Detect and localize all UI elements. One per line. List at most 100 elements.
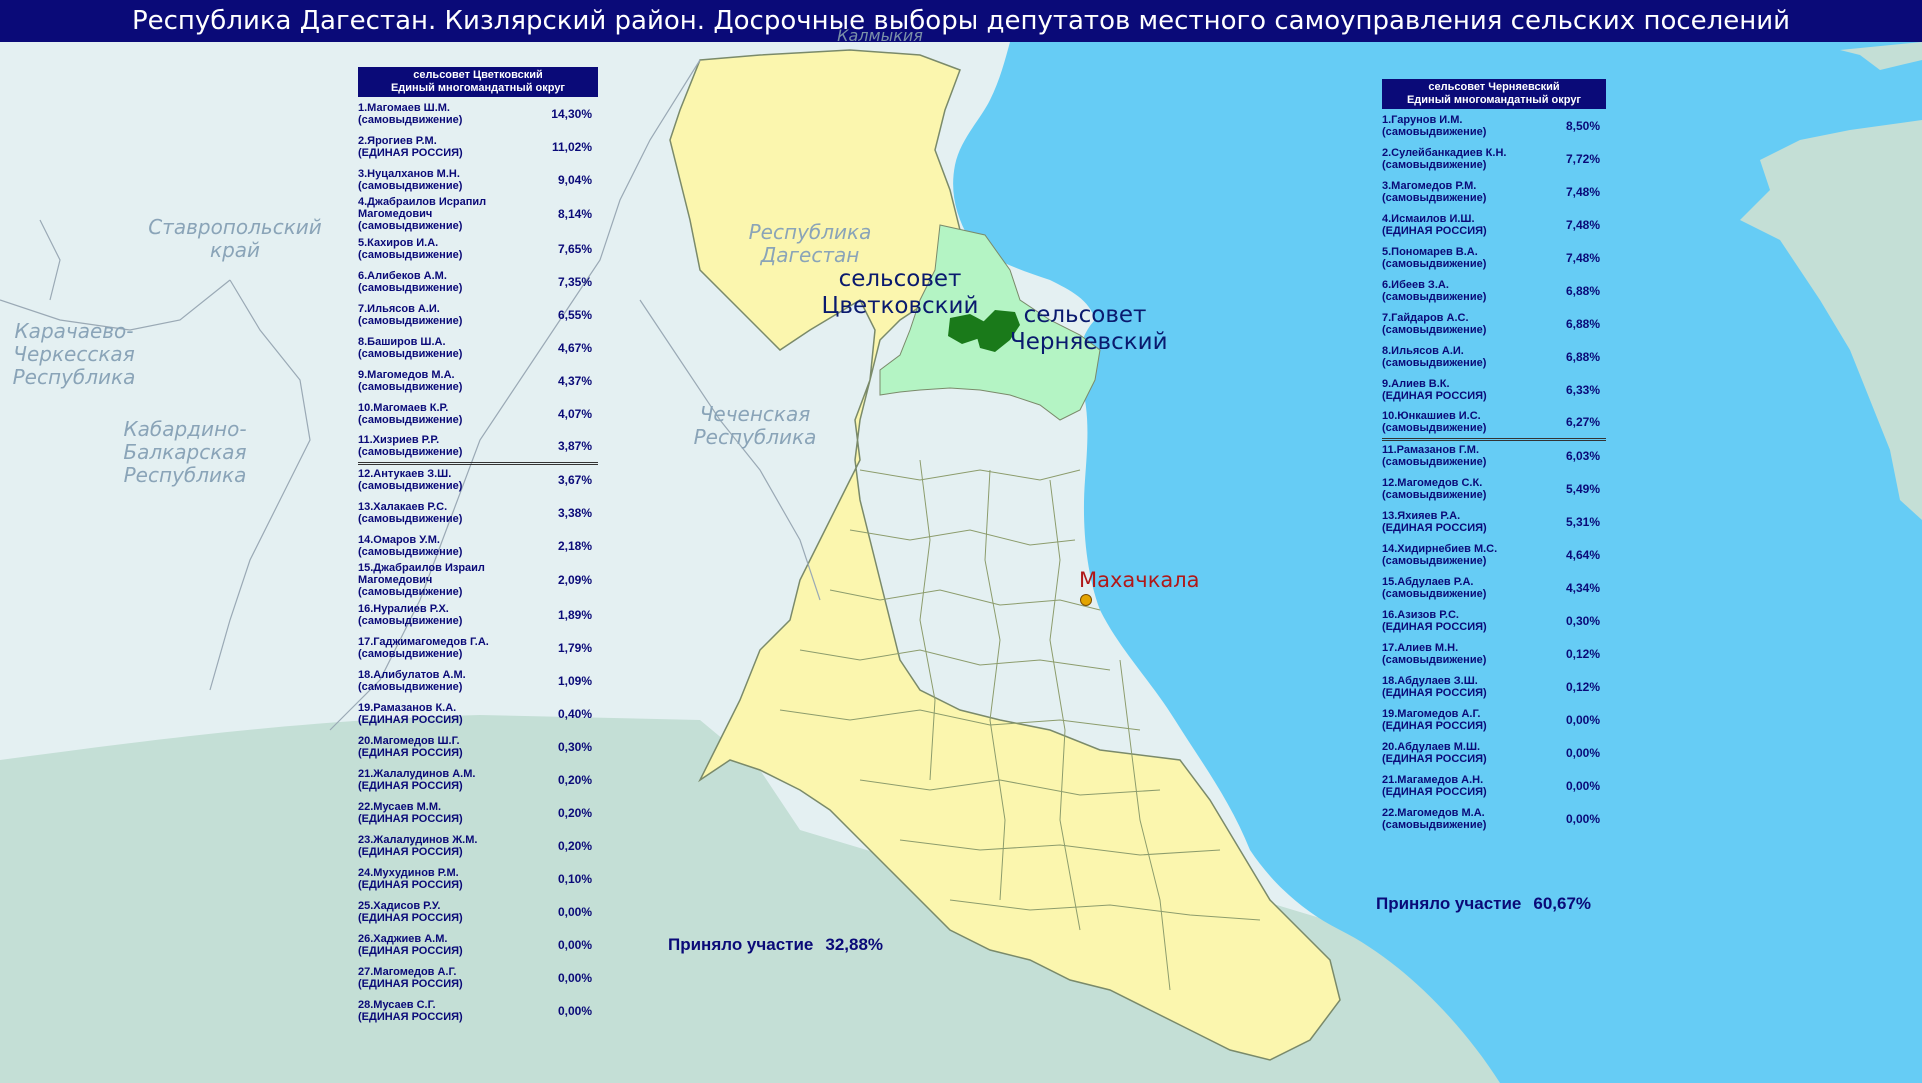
candidate-cell: 19.Рамазанов К.А. (ЕДИНАЯ РОССИЯ) [358, 697, 551, 730]
table-row: 5.Кахиров И.А. (самовыдвижение) 7,65% [358, 232, 598, 265]
turnout-value: 32,88% [825, 935, 884, 954]
candidate-percent: 4,64% [1565, 547, 1600, 562]
candidate-party: (ЕДИНАЯ РОССИЯ) [1382, 719, 1487, 732]
candidate-cell: 6.Алибеков А.М. (самовыдвижение) [358, 265, 551, 298]
candidate-name: 6.Ибеев З.А. [1382, 278, 1449, 291]
candidate-cell: 20.Абдулаев М.Ш. (ЕДИНАЯ РОССИЯ) [1382, 736, 1551, 769]
candidate-party: (самовыдвижение) [1382, 421, 1487, 434]
table-row: 12.Магомедов С.К. (самовыдвижение) 5,49% [1382, 472, 1606, 505]
candidate-cell: 21.Магамедов А.Н. (ЕДИНАЯ РОССИЯ) [1382, 769, 1551, 802]
candidate-party: (ЕДИНАЯ РОССИЯ) [1382, 752, 1487, 765]
candidate-party: (ЕДИНАЯ РОССИЯ) [1382, 620, 1487, 633]
candidate-cell: 17.Алиев М.Н. (самовыдвижение) [1382, 637, 1551, 670]
candidate-name: 28.Мусаев С.Г. [358, 998, 436, 1011]
candidate-name: 23.Жалалудинов Ж.М. [358, 833, 478, 846]
turnout-label: Приняло участие [668, 935, 814, 954]
table-row: 10.Юнкашиев И.С. (самовыдвижение) 6,27% [1382, 406, 1606, 439]
candidate-name: 5.Кахиров И.А. [358, 236, 439, 249]
candidate-party: (ЕДИНАЯ РОССИЯ) [358, 977, 463, 990]
candidate-percent: 8,14% [557, 207, 592, 221]
label-kalmykia: Калмыкия [837, 26, 923, 45]
candidate-name: 27.Магомедов А.Г. [358, 965, 457, 978]
candidate-party: (самовыдвижение) [1382, 323, 1487, 336]
candidate-name: 4.Исмаилов И.Ш. [1382, 212, 1475, 225]
candidate-name: 14.Омаров У.М. [358, 533, 440, 546]
candidate-party: (самовыдвижение) [1382, 125, 1487, 138]
candidate-percent: 0,00% [557, 1003, 592, 1018]
candidate-name: 22.Мусаев М.М. [358, 800, 442, 813]
table-row: 6.Алибеков А.М. (самовыдвижение) 7,35% [358, 265, 598, 298]
candidate-cell: 8.Ильясов А.И. (самовыдвижение) [1382, 340, 1551, 373]
candidate-party: (ЕДИНАЯ РОССИЯ) [1382, 389, 1487, 402]
turnout-chernyaevsky: Приняло участие 60,67% [1376, 894, 1591, 914]
candidate-cell: 14.Хидирнебиев М.С. (самовыдвижение) [1382, 538, 1551, 571]
table-row: 25.Хадисов Р.У. (ЕДИНАЯ РОССИЯ) 0,00% [358, 895, 598, 928]
table-row: 15.Абдулаев Р.А. (самовыдвижение) 4,34% [1382, 571, 1606, 604]
candidate-cell: 12.Магомедов С.К. (самовыдвижение) [1382, 472, 1551, 505]
table-row: 22.Магомедов М.А. (самовыдвижение) 0,00% [1382, 802, 1606, 835]
candidate-party: (самовыдвижение) [358, 281, 463, 294]
candidate-cell: 20.Магомедов Ш.Г. (ЕДИНАЯ РОССИЯ) [358, 730, 551, 763]
table-row: 19.Магомедов А.Г. (ЕДИНАЯ РОССИЯ) 0,00% [1382, 703, 1606, 736]
results-header-title: сельсовет Цветковский [413, 69, 543, 81]
label-stavropol: Ставропольский край [148, 215, 322, 262]
candidate-name: 10.Магомаев К.Р. [358, 401, 449, 414]
candidate-percent: 6,88% [1565, 283, 1600, 298]
table-row: 11.Хизриев Р.Р. (самовыдвижение) 3,87% [358, 430, 598, 463]
candidate-percent: 9,04% [557, 172, 592, 187]
table-row: 14.Омаров У.М. (самовыдвижение) 2,18% [358, 529, 598, 562]
candidate-cell: 6.Ибеев З.А. (самовыдвижение) [1382, 274, 1551, 307]
candidate-party: (самовыдвижение) [1382, 257, 1487, 270]
table-row: 26.Хаджиев А.М. (ЕДИНАЯ РОССИЯ) 0,00% [358, 928, 598, 961]
turnout-label: Приняло участие [1376, 894, 1522, 913]
table-row: 16.Нуралиев Р.Х. (самовыдвижение) 1,89% [358, 598, 598, 631]
candidate-percent: 4,67% [557, 340, 592, 355]
candidate-name: 18.Абдулаев З.Ш. [1382, 674, 1478, 687]
table-row: 1.Гарунов И.М. (самовыдвижение) 8,50% [1382, 109, 1606, 142]
label-chechnya: Чеченская Республика [693, 402, 817, 449]
candidate-name: 9.Магомедов М.А. [358, 368, 455, 381]
candidate-cell: 27.Магомедов А.Г. (ЕДИНАЯ РОССИЯ) [358, 961, 551, 994]
label-dagestan: Республика Дагестан [748, 220, 872, 267]
candidate-percent: 0,00% [1565, 745, 1600, 760]
candidate-party: (самовыдвижение) [358, 380, 463, 393]
candidate-name: 16.Азизов Р.С. [1382, 608, 1459, 621]
candidate-percent: 0,20% [557, 805, 592, 820]
candidate-percent: 0,00% [1565, 811, 1600, 826]
candidate-name: 1.Магомаев Ш.М. [358, 101, 450, 114]
table-row: 28.Мусаев С.Г. (ЕДИНАЯ РОССИЯ) 0,00% [358, 994, 598, 1027]
candidate-cell: 18.Абдулаев З.Ш. (ЕДИНАЯ РОССИЯ) [1382, 670, 1551, 703]
candidate-cell: 11.Хизриев Р.Р. (самовыдвижение) [358, 430, 551, 463]
candidate-cell: 12.Антукаев З.Ш. (самовыдвижение) [358, 461, 552, 496]
candidate-name: 6.Алибеков А.М. [358, 269, 447, 282]
candidate-percent: 6,27% [1565, 414, 1600, 429]
candidate-cell: 13.Халакаев Р.С. (самовыдвижение) [358, 496, 551, 529]
table-row: 12.Антукаев З.Ш. (самовыдвижение) 3,67% [358, 461, 598, 496]
candidate-name: 22.Магомедов М.А. [1382, 806, 1485, 819]
table-row: 15.Джабраилов Израил Магомедович (самовыд… [358, 562, 598, 598]
candidate-cell: 5.Пономарев В.А. (самовыдвижение) [1382, 241, 1551, 274]
candidate-name: 17.Гаджимагомедов Г.А. [358, 635, 489, 648]
candidate-percent: 5,31% [1565, 514, 1600, 529]
candidate-party: (самовыдвижение) [358, 445, 463, 458]
candidate-cell: 9.Магомедов М.А. (самовыдвижение) [358, 364, 551, 397]
table-row: 18.Абдулаев З.Ш. (ЕДИНАЯ РОССИЯ) 0,12% [1382, 670, 1606, 703]
candidate-cell: 9.Алиев В.К. (ЕДИНАЯ РОССИЯ) [1382, 373, 1551, 406]
candidate-party: (самовыдвижение) [358, 413, 463, 426]
table-row: 20.Магомедов Ш.Г. (ЕДИНАЯ РОССИЯ) 0,30% [358, 730, 598, 763]
candidate-percent: 0,12% [1565, 679, 1600, 694]
table-row: 21.Жалалудинов А.М. (ЕДИНАЯ РОССИЯ) 0,20% [358, 763, 598, 796]
label-tsvetkovsky: сельсовет Цветковский [821, 266, 979, 319]
candidate-cell: 24.Мухудинов Р.М. (ЕДИНАЯ РОССИЯ) [358, 862, 551, 895]
candidate-cell: 4.Исмаилов И.Ш. (ЕДИНАЯ РОССИЯ) [1382, 208, 1551, 241]
candidate-party: (самовыдвижение) [1382, 356, 1487, 369]
candidate-cell: 1.Магомаев Ш.М. (самовыдвижение) [358, 97, 551, 130]
candidate-name: 17.Алиев М.Н. [1382, 641, 1459, 654]
candidate-party: (ЕДИНАЯ РОССИЯ) [358, 746, 463, 759]
candidate-party: (самовыдвижение) [358, 647, 463, 660]
candidate-cell: 21.Жалалудинов А.М. (ЕДИНАЯ РОССИЯ) [358, 763, 551, 796]
table-row: 23.Жалалудинов Ж.М. (ЕДИНАЯ РОССИЯ) 0,20% [358, 829, 598, 862]
candidate-percent: 0,10% [557, 871, 592, 886]
table-row: 2.Ярогиев Р.М. (ЕДИНАЯ РОССИЯ) 11,02% [358, 130, 598, 163]
candidate-cell: 7.Гайдаров А.С. (самовыдвижение) [1382, 307, 1551, 340]
